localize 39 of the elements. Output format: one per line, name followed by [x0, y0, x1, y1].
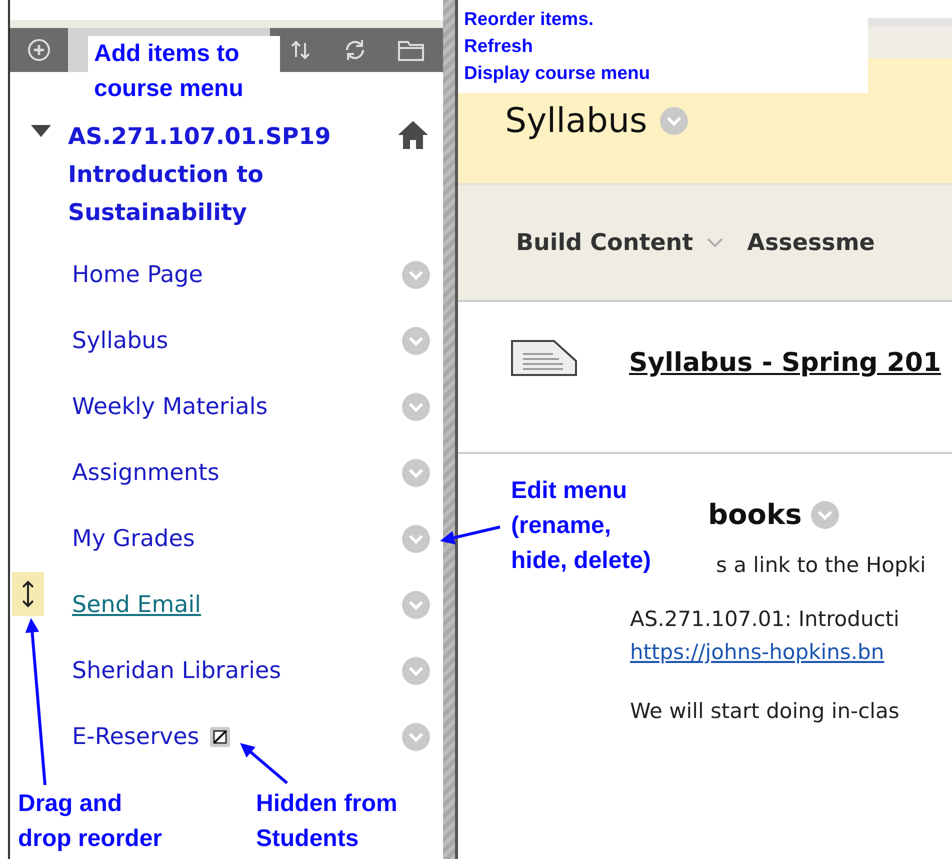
action-bar-menu[interactable]: Build Content	[516, 230, 724, 256]
collapse-triangle-icon[interactable]	[30, 124, 52, 138]
section-title: books	[708, 498, 802, 531]
folder-icon[interactable]	[396, 38, 425, 62]
item-menu-icon[interactable]	[401, 326, 431, 356]
course-menu-link[interactable]: Home Page	[72, 262, 203, 288]
course-menu-link[interactable]: Sheridan Libraries	[72, 658, 282, 684]
bookstore-link[interactable]: https://johns-hopkins.bn	[630, 636, 952, 669]
plus-circle-icon[interactable]	[27, 38, 51, 62]
course-menu-link[interactable]: Assignments	[72, 460, 220, 486]
title-menu-icon[interactable]	[659, 106, 690, 136]
course-menu-link[interactable]: Send Email	[72, 592, 202, 618]
action-bar-menu[interactable]: Assessme	[747, 230, 875, 256]
course-title[interactable]: AS.271.107.01.SP19 Introduction to Sustainability	[68, 118, 381, 232]
annotation-text: Drag and drop reorder	[17, 789, 164, 854]
item-menu-icon[interactable]	[401, 722, 431, 752]
up-down-arrow-icon	[22, 580, 34, 608]
course-menu-link[interactable]: Weekly Materials	[72, 394, 268, 420]
item-menu-icon[interactable]	[401, 524, 431, 554]
paragraph-text: s a link to the Hopki	[716, 553, 926, 577]
paragraph-text: AS.271.107.01: Introducti	[630, 607, 900, 631]
page-title: Syllabus	[505, 100, 648, 140]
drag-handle[interactable]	[12, 572, 44, 616]
document-icon	[511, 340, 579, 376]
chevron-down-icon	[707, 238, 724, 248]
course-menu-link[interactable]: Syllabus	[72, 328, 168, 354]
content-item-link[interactable]: Syllabus - Spring 201	[629, 348, 942, 378]
item-menu-icon[interactable]	[401, 656, 431, 686]
course-menu-link[interactable]: My Grades	[72, 526, 195, 552]
item-menu-icon[interactable]	[401, 260, 431, 290]
course-menu-link[interactable]: E-Reserves	[72, 724, 200, 750]
home-icon[interactable]	[397, 120, 429, 150]
item-menu-icon[interactable]	[401, 392, 431, 422]
menu-divider-bar[interactable]	[443, 0, 458, 859]
item-menu-icon[interactable]	[401, 458, 431, 488]
section-menu-icon[interactable]	[810, 500, 840, 530]
item-menu-icon[interactable]	[401, 590, 431, 620]
paragraph-text: We will start doing in-clas	[629, 699, 900, 723]
annotation-text: Hidden from Students	[255, 789, 398, 854]
